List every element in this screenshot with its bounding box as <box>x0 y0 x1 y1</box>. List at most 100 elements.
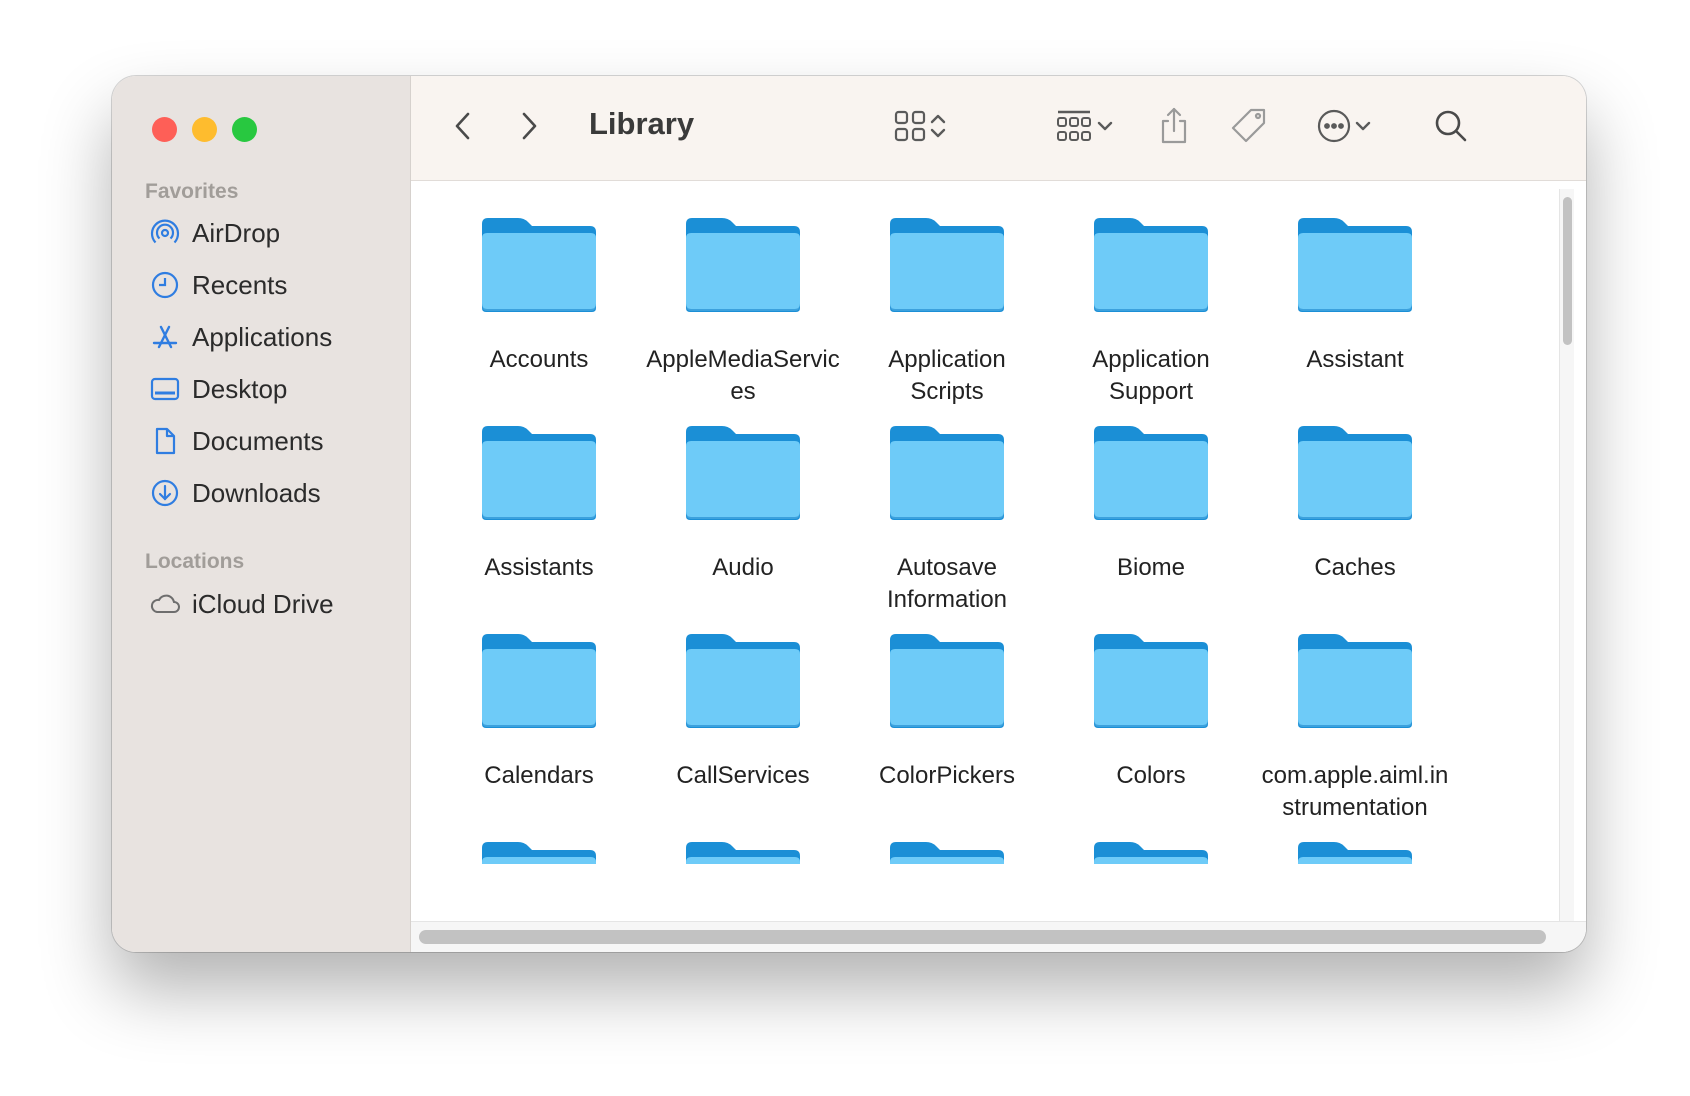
sidebar-item-downloads[interactable]: Downloads <box>148 473 321 513</box>
sidebar-item-label: Recents <box>192 269 288 300</box>
sidebar-item-desktop[interactable]: Desktop <box>148 369 287 409</box>
folder-icon <box>1245 422 1465 522</box>
folder-icon <box>1041 838 1261 864</box>
file-grid: Accounts AppleMediaServic es Application S… <box>411 181 1586 952</box>
folder-label: Colors <box>1116 762 1186 789</box>
folder-item-partial[interactable] <box>429 838 649 864</box>
folder-item-partial[interactable] <box>837 838 1057 864</box>
folder-icon <box>837 630 1057 730</box>
folder-label: Assistant <box>1306 346 1404 373</box>
actions-button[interactable] <box>1309 102 1381 154</box>
folder-item[interactable]: com.apple.aiml.in strumentation <box>1245 630 1465 824</box>
tags-button[interactable] <box>1226 102 1272 154</box>
folder-icon <box>1041 422 1261 522</box>
chevron-right-icon <box>518 110 540 147</box>
folder-item[interactable]: Assistant <box>1245 214 1465 376</box>
airdrop-icon <box>148 216 182 250</box>
sidebar-item-label: Applications <box>192 321 333 352</box>
forward-button[interactable] <box>507 102 551 154</box>
close-button[interactable] <box>152 117 177 142</box>
folder-icon <box>633 422 853 522</box>
group-button[interactable] <box>1047 102 1123 154</box>
folder-item-partial[interactable] <box>1041 838 1261 864</box>
folder-item[interactable]: Assistants <box>429 422 649 584</box>
folder-icon <box>633 838 853 864</box>
sidebar-item-label: iCloud Drive <box>192 588 334 619</box>
folder-item-partial[interactable] <box>633 838 853 864</box>
document-icon <box>148 424 182 458</box>
folder-item[interactable]: Calendars <box>429 630 649 792</box>
folder-item[interactable]: Caches <box>1245 422 1465 584</box>
folder-label: Audio <box>712 554 774 581</box>
zoom-button[interactable] <box>232 117 257 142</box>
chevron-down-icon <box>1352 115 1374 142</box>
folder-icon <box>633 630 853 730</box>
folder-label: Application Scripts <box>888 346 1006 405</box>
locations-header: Locations <box>145 550 245 573</box>
folder-item[interactable]: Application Scripts <box>837 214 1057 408</box>
chevron-up-down-icon <box>928 110 948 147</box>
folder-icon <box>1245 214 1465 314</box>
chevron-down-icon <box>1094 115 1116 142</box>
folder-item-partial[interactable] <box>1245 838 1465 864</box>
search-button[interactable] <box>1429 102 1473 154</box>
folder-item[interactable]: Audio <box>633 422 853 584</box>
folder-item[interactable]: Accounts <box>429 214 649 376</box>
minimize-button[interactable] <box>192 117 217 142</box>
download-icon <box>148 476 182 510</box>
folder-icon <box>1245 630 1465 730</box>
folder-label: Calendars <box>484 762 594 789</box>
folder-label: AppleMediaServic es <box>646 346 840 405</box>
folder-icon <box>633 214 853 314</box>
folder-icon <box>429 838 649 864</box>
share-icon <box>1157 106 1191 151</box>
sidebar: Favorites AirDrop Recents Applications D… <box>112 76 411 952</box>
folder-icon <box>837 422 1057 522</box>
folder-icon <box>1245 838 1465 864</box>
tag-icon <box>1229 106 1269 151</box>
folder-item[interactable]: AppleMediaServic es <box>633 214 853 408</box>
folder-item[interactable]: Biome <box>1041 422 1261 584</box>
folder-label: Biome <box>1116 554 1186 581</box>
scroll-thumb[interactable] <box>419 930 1546 944</box>
folder-label: Caches <box>1314 554 1396 581</box>
folder-label: CallServices <box>676 762 810 789</box>
group-icon <box>1054 108 1094 149</box>
sidebar-item-label: Downloads <box>192 477 321 508</box>
sidebar-item-label: AirDrop <box>192 217 281 248</box>
folder-item[interactable]: Colors <box>1041 630 1261 792</box>
cloud-icon <box>148 587 182 621</box>
folder-label: Assistants <box>484 554 594 581</box>
folder-item[interactable]: ColorPickers <box>837 630 1057 792</box>
sidebar-item-applications[interactable]: Applications <box>148 317 332 357</box>
folder-icon <box>429 214 649 314</box>
folder-item[interactable]: Autosave Information <box>837 422 1057 616</box>
horizontal-scrollbar[interactable] <box>411 921 1586 952</box>
share-button[interactable] <box>1152 102 1196 154</box>
window-controls <box>152 117 257 142</box>
sidebar-item-recents[interactable]: Recents <box>148 265 287 305</box>
folder-icon <box>1041 214 1261 314</box>
clock-icon <box>148 268 182 302</box>
folder-item[interactable]: Application Support <box>1041 214 1261 408</box>
folder-icon <box>837 838 1057 864</box>
sidebar-item-airdrop[interactable]: AirDrop <box>148 213 280 253</box>
back-button[interactable] <box>441 102 485 154</box>
vertical-scrollbar[interactable] <box>1559 189 1574 925</box>
toolbar: Library <box>411 76 1586 181</box>
folder-label: Accounts <box>489 346 589 373</box>
scroll-thumb[interactable] <box>1563 197 1572 345</box>
finder-window: Favorites AirDrop Recents Applications D… <box>112 76 1586 952</box>
applications-icon <box>148 320 182 354</box>
sidebar-item-documents[interactable]: Documents <box>148 421 324 461</box>
sidebar-item-icloud-drive[interactable]: iCloud Drive <box>148 584 334 624</box>
folder-icon <box>837 214 1057 314</box>
chevron-left-icon <box>452 110 474 147</box>
folder-label: ColorPickers <box>878 762 1016 789</box>
folder-icon <box>429 630 649 730</box>
view-mode-button[interactable] <box>883 102 957 154</box>
folder-item[interactable]: CallServices <box>633 630 853 792</box>
sidebar-item-label: Documents <box>192 425 324 456</box>
sidebar-item-label: Desktop <box>192 373 288 404</box>
folder-icon <box>429 422 649 522</box>
